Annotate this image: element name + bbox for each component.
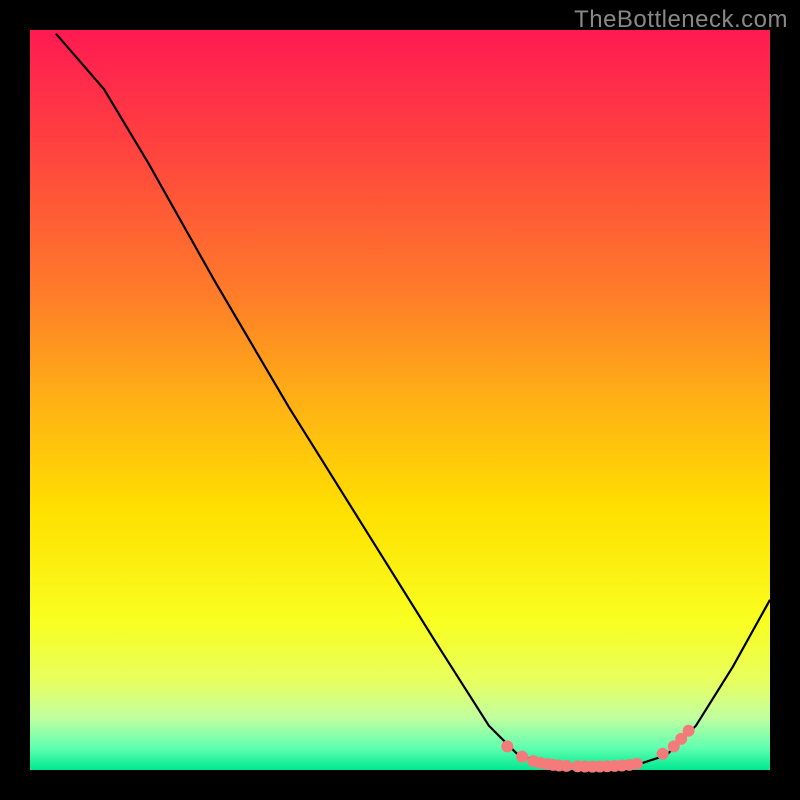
chart-container: TheBottleneck.com	[0, 0, 800, 800]
data-marker	[516, 751, 528, 763]
plot-background	[30, 30, 770, 770]
data-marker	[657, 748, 669, 760]
data-marker	[631, 758, 643, 770]
watermark-text: TheBottleneck.com	[574, 6, 788, 34]
data-marker	[501, 740, 513, 752]
chart-svg	[0, 0, 800, 800]
data-marker	[683, 725, 695, 737]
data-marker	[561, 760, 573, 772]
